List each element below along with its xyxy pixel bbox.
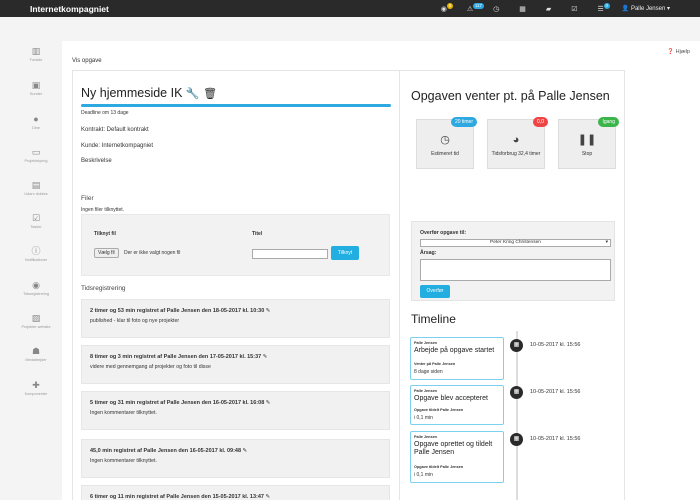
puzzle-icon: ✚ — [32, 380, 40, 390]
estimated-time-card[interactable]: 20 timer ◷ Estimeret tid — [416, 117, 477, 169]
time-usage-card[interactable]: 0,0 ◕ Tidsforbrug 32,4 timer — [487, 117, 548, 169]
brand-logo[interactable]: Internetkompagniet — [0, 4, 431, 14]
calendar-icon[interactable]: ▦ — [519, 0, 526, 17]
no-files-text: Ingen filer tilknyttet. — [81, 207, 125, 213]
status-panel: Opgaven venter pt. på Palle Jensen 20 ti… — [399, 70, 625, 500]
transfer-select[interactable]: Peter Kring Christensen ▾ — [420, 239, 611, 247]
coins-icon: ◉ — [32, 280, 40, 290]
progress-bar — [81, 104, 391, 107]
attach-button[interactable]: Tilknyt — [331, 246, 359, 260]
time-entry: 8 timer og 3 min registret af Palle Jens… — [81, 345, 390, 384]
help-link[interactable]: ❓ Hjælp — [667, 49, 690, 55]
description-label: Beskrivelse — [81, 158, 112, 164]
no-file-chosen-text: Der er ikke valgt nogen fil — [124, 250, 181, 256]
user-icon: 👤 — [621, 6, 630, 12]
trash-icon[interactable]: 🗑 — [203, 88, 217, 100]
choose-file-button[interactable]: Vælg fil — [94, 248, 119, 258]
stop-card[interactable]: Igang ❚❚ Stop — [558, 117, 619, 169]
dropdown-arrow-icon: ▾ — [605, 240, 608, 245]
usage-badge: 0,0 — [533, 117, 548, 127]
warning-icon[interactable]: ⚠ 117 — [467, 0, 485, 17]
timeline-date: 10-05-2017 kl. 15:56 — [530, 436, 581, 442]
clock-icon[interactable]: ◷ — [493, 0, 499, 17]
list-badge: 0 — [603, 3, 611, 9]
user-menu[interactable]: 👤 Palle Jensen ▾ — [622, 5, 670, 12]
wrench-icon[interactable]: 🔧 — [186, 88, 200, 100]
main-content: ❓ Hjælp Vis opgave Ny hjemmeside IK 🔧 🗑 … — [62, 41, 700, 500]
files-heading: Filer — [81, 195, 94, 202]
reason-textarea[interactable] — [420, 259, 611, 281]
info-icon: ⓘ — [31, 246, 41, 256]
clock-icon: ◷ — [440, 134, 450, 146]
calendar-icon: ▦ — [510, 339, 523, 352]
reason-label: Årsag: — [420, 250, 437, 256]
timeline-event: Palle Jensen Opgave oprettet og tildelt … — [410, 431, 504, 483]
contract-text: Kontrakt: Default kontrakt — [81, 127, 149, 133]
timeline-title: Timeline — [411, 312, 456, 326]
sidebar: ▥ Forside ▣ Kunder ● Dine ▭ Projektstyring ▤… — [0, 17, 62, 500]
transfer-label: Overfør opgave til: — [420, 230, 467, 236]
time-entry: 2 timer og 53 min registret af Palle Jen… — [81, 299, 390, 338]
timeline-date: 10-05-2017 kl. 15:56 — [530, 389, 581, 395]
image-icon: ▨ — [31, 313, 41, 323]
checkbox-icon: ☑ — [31, 213, 41, 223]
time-entry: 5 timer og 31 min registret af Palle Jen… — [81, 391, 390, 430]
task-panel: Ny hjemmeside IK 🔧 🗑 Deadline om 13 dage… — [72, 70, 400, 500]
user-icon: ● — [33, 114, 39, 124]
timeline-date: 10-05-2017 kl. 15:56 — [530, 342, 581, 348]
pause-icon: ❚❚ — [577, 134, 597, 146]
dashboard-icon: ◕ — [512, 134, 520, 146]
money-icon: ▣ — [31, 80, 41, 90]
check-icon[interactable]: ☑ — [571, 0, 577, 17]
file-upload-box: Tilknyt fil Titel Vælg fil Der er ikke v… — [81, 214, 390, 276]
page-title: Vis opgave — [72, 58, 102, 64]
customer-text: Kunde: Internetkompagniet — [81, 143, 154, 149]
time-entry: 45,0 min registret af Palle Jensen den 1… — [81, 439, 390, 478]
calendar-icon: ▦ — [510, 433, 523, 446]
list-icon[interactable]: ☰ 0 — [598, 0, 611, 17]
col-attach-file: Tilknyt fil — [94, 231, 116, 237]
user-name: Palle Jensen ▾ — [630, 6, 670, 12]
coins-icon[interactable]: ◉ 0 — [441, 0, 454, 17]
top-navbar: Internetkompagniet ◉ 0 ⚠ 117 ◷ ▦ ▰ ☑ ☰ 0 👤 … — [0, 0, 700, 17]
transfer-button[interactable]: Overfør — [420, 285, 450, 298]
time-registration-heading: Tidsregistrering — [81, 285, 126, 292]
estimate-badge: 20 timer — [450, 117, 477, 127]
chart-icon: ▥ — [31, 46, 41, 56]
calendar-icon: ▦ — [510, 386, 523, 399]
col-title: Titel — [252, 231, 263, 237]
timeline-event: Palle Jensen Arbejde på opgave startet V… — [410, 337, 504, 380]
help-icon: ❓ — [667, 49, 675, 55]
send-icon[interactable]: ▰ — [546, 0, 551, 17]
time-entry: 6 timer og 11 min registret af Palle Jen… — [81, 485, 390, 500]
folder-icon: ▭ — [31, 147, 41, 157]
task-title: Ny hjemmeside IK 🔧 🗑 — [81, 86, 218, 100]
timeline-line — [516, 331, 518, 500]
book-icon: ▤ — [31, 180, 41, 190]
deadline-text: Deadline om 13 dage — [81, 110, 129, 116]
group-icon: ☗ — [31, 346, 41, 356]
timeline-event: Palle Jensen Opgave blev accepteret Opga… — [410, 385, 504, 425]
file-title-input[interactable] — [252, 249, 328, 259]
transfer-form: Overfør opgave til: Peter Kring Christen… — [411, 221, 615, 301]
warning-badge: 117 — [472, 3, 485, 9]
coins-badge: 0 — [446, 3, 454, 9]
status-badge: Igang — [598, 117, 619, 127]
waiting-title: Opgaven venter pt. på Palle Jensen — [411, 89, 610, 103]
